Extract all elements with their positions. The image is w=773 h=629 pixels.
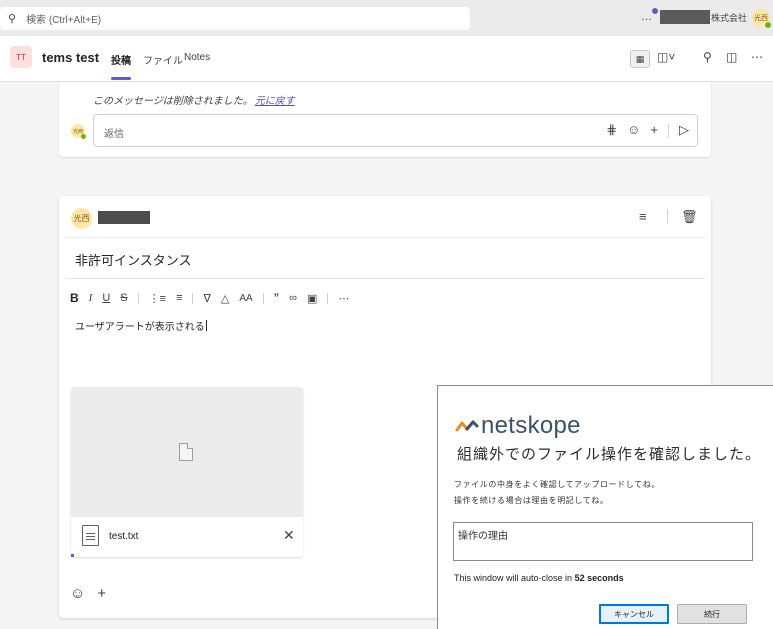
strikethrough-icon[interactable]: S: [120, 292, 127, 304]
notification-dot: [652, 8, 658, 14]
message-body-text: ユーザアラートが表示される: [75, 322, 205, 333]
open-in-window-icon[interactable]: ◫: [726, 50, 737, 64]
netskope-dialog: netskope 組織外でのファイル操作を確認しました。 ファイルの中身をよく確…: [437, 385, 773, 629]
toolbar-divider: [262, 292, 264, 304]
reply-avatar: 光西: [71, 124, 86, 139]
reply-toolbar: ⋕ ☺ + ▷: [606, 122, 689, 138]
dialog-message-line1: ファイルの中身をよく確認してアップロードしてね。: [454, 480, 660, 489]
continue-button[interactable]: 続行: [677, 604, 747, 624]
bulleted-list-icon[interactable]: ⋮≡: [149, 292, 166, 305]
underline-icon[interactable]: U: [102, 292, 110, 304]
font-color-icon[interactable]: △: [221, 292, 229, 305]
dialog-title: 組織外でのファイル操作を確認しました。: [457, 446, 762, 463]
deleted-message: このメッセージは削除されました。 元に戻す: [93, 92, 295, 107]
compose-bottom-toolbar: ☺ +: [70, 585, 106, 602]
header-search-icon[interactable]: ⚲: [703, 50, 712, 64]
toolbar-divider: [668, 124, 669, 138]
upload-progress-indicator: [71, 554, 74, 557]
channel-info-icon[interactable]: ▦: [630, 50, 650, 68]
delete-icon[interactable]: 🗑: [681, 209, 698, 225]
active-tab-indicator: [111, 77, 131, 80]
card-toolbar-divider: [667, 210, 668, 224]
font-size-icon[interactable]: AA: [239, 293, 252, 304]
tenant-suffix[interactable]: 株式会社: [711, 11, 747, 24]
header-divider: [65, 237, 705, 238]
format-icon[interactable]: ⋕: [606, 122, 617, 138]
text-caret: [205, 320, 207, 331]
search-placeholder: 検索 (Ctrl+Alt+E): [26, 15, 102, 26]
author-name-redacted: [98, 211, 150, 224]
header-more-icon[interactable]: ⋯: [751, 50, 763, 64]
team-badge: TT: [10, 46, 32, 68]
tab-posts[interactable]: 投稿: [111, 52, 131, 67]
more-options-icon[interactable]: …: [641, 11, 653, 23]
italic-icon[interactable]: I: [89, 292, 93, 304]
user-avatar[interactable]: 光西: [752, 9, 772, 29]
deleted-message-text: このメッセージは削除されました。: [93, 96, 253, 107]
reason-input[interactable]: 操作の理由: [453, 522, 753, 561]
reason-placeholder: 操作の理由: [458, 531, 508, 542]
top-bar: ⚲ 検索 (Ctrl+Alt+E) … 株式会社 光西: [0, 0, 773, 36]
video-call-icon[interactable]: ◫˅: [657, 50, 675, 64]
format-toolbar: B I U S ⋮≡ ≡ ∇ △ AA ” ∞ ▣ ⋯: [70, 291, 349, 305]
attachment-card[interactable]: test.txt ✕: [71, 387, 303, 557]
channel-header: TT tems test 投稿 ファイル Notes ▦ ◫˅ ⚲ ◫ ⋯: [0, 36, 773, 82]
remove-attachment-icon[interactable]: ✕: [283, 527, 295, 544]
author-avatar: 光西: [71, 208, 92, 229]
subject-divider: [65, 278, 705, 279]
deleted-message-card: このメッセージは削除されました。 元に戻す 光西 返信 ⋕ ☺ + ▷: [59, 82, 711, 157]
tab-files[interactable]: ファイル: [143, 52, 183, 67]
team-name[interactable]: tems test: [42, 50, 99, 65]
presence-available-icon: [81, 134, 86, 139]
add-icon[interactable]: +: [650, 122, 658, 138]
presence-available-icon: [764, 21, 772, 29]
text-file-icon: [82, 525, 99, 546]
more-formatting-icon[interactable]: ⋯: [338, 292, 349, 305]
tab-notes[interactable]: Notes: [184, 52, 210, 63]
code-icon[interactable]: ▣: [307, 292, 317, 305]
numbered-list-icon[interactable]: ≡: [176, 292, 182, 304]
bold-icon[interactable]: B: [70, 291, 79, 305]
link-icon[interactable]: ∞: [289, 292, 297, 304]
toolbar-divider: [327, 292, 329, 304]
add-icon[interactable]: +: [97, 585, 106, 602]
search-box[interactable]: ⚲ 検索 (Ctrl+Alt+E): [0, 7, 470, 30]
dialog-message-line2: 操作を続ける場合は理由を明記してね。: [454, 496, 609, 505]
netskope-brand: netskope: [481, 412, 581, 439]
reply-placeholder: 返信: [104, 129, 124, 140]
emoji-icon[interactable]: ☺: [627, 122, 640, 138]
send-icon[interactable]: ▷: [679, 122, 689, 138]
search-icon: ⚲: [8, 13, 17, 25]
cancel-button[interactable]: キャンセル: [599, 604, 669, 624]
attachment-footer: test.txt ✕: [71, 517, 303, 557]
quote-icon[interactable]: ”: [274, 292, 280, 304]
netskope-logo: netskope: [455, 412, 581, 440]
highlight-icon[interactable]: ∇: [203, 292, 210, 305]
subject-field[interactable]: 非許可インスタンス: [75, 250, 191, 269]
countdown-prefix: This window will auto-close in: [454, 573, 573, 583]
countdown-value: 52 seconds: [574, 573, 624, 583]
auto-close-countdown: This window will auto-close in 52 second…: [454, 573, 624, 583]
reply-input[interactable]: 返信 ⋕ ☺ + ▷: [93, 114, 698, 147]
settings-sliders-icon[interactable]: ≡: [639, 209, 647, 224]
toolbar-divider: [137, 292, 139, 304]
toolbar-divider: [192, 292, 194, 304]
undo-link[interactable]: 元に戻す: [255, 96, 295, 107]
attachment-preview: [71, 387, 303, 517]
file-preview-icon: [179, 443, 193, 461]
tenant-name-redacted: [660, 10, 710, 24]
emoji-icon[interactable]: ☺: [70, 585, 85, 602]
message-body[interactable]: ユーザアラートが表示される: [75, 318, 207, 333]
attachment-file-name: test.txt: [109, 531, 139, 542]
netskope-logo-icon: [455, 420, 479, 432]
